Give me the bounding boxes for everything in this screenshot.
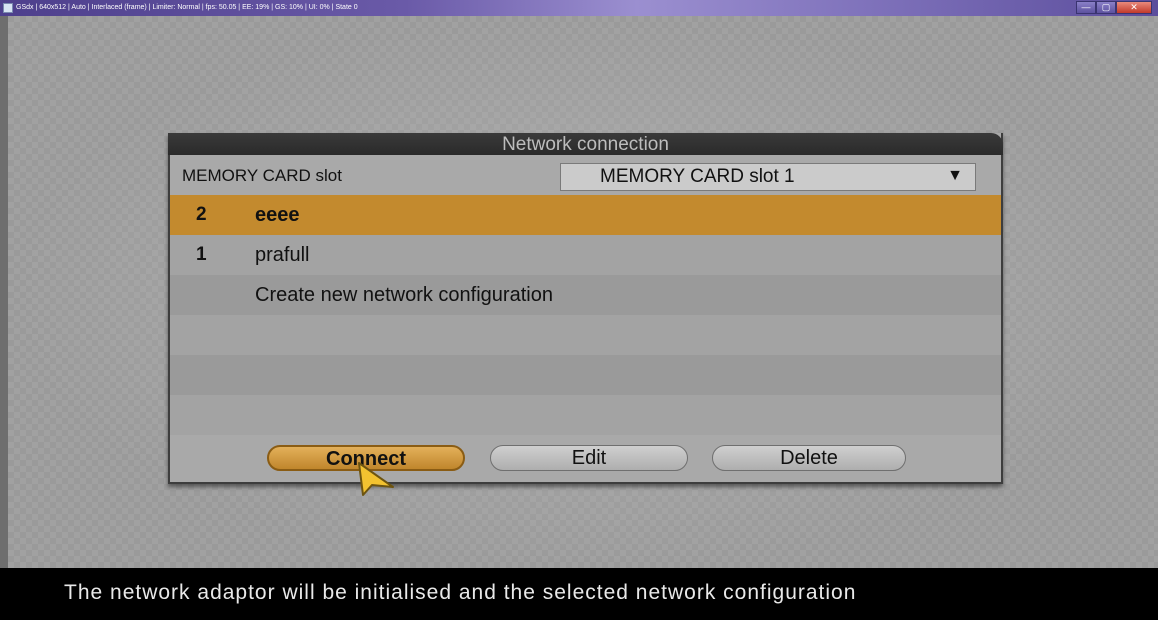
window-title: GSdx | 640x512 | Auto | Interlaced (fram… bbox=[16, 4, 358, 11]
maximize-button[interactable]: ▢ bbox=[1096, 1, 1116, 14]
memory-card-slot-label: MEMORY CARD slot bbox=[182, 166, 342, 185]
empty-list-row bbox=[170, 355, 1001, 395]
memory-card-slot-dropdown[interactable]: MEMORY CARD slot 1 ▼ bbox=[560, 163, 976, 191]
empty-list-row bbox=[170, 395, 1001, 435]
create-new-config-item[interactable]: Create new network configuration bbox=[170, 275, 1001, 315]
config-number: 1 bbox=[196, 244, 207, 265]
window-controls: — ▢ ✕ bbox=[1076, 1, 1152, 14]
config-name: prafull bbox=[255, 244, 310, 266]
delete-button[interactable]: Delete bbox=[712, 445, 906, 471]
minimize-button[interactable]: — bbox=[1076, 1, 1096, 14]
network-connection-dialog: Network connection MEMORY CARD slot MEMO… bbox=[168, 133, 1003, 484]
dropdown-arrow-icon: ▼ bbox=[947, 167, 963, 184]
dialog-button-bar: Connect Edit Delete bbox=[170, 435, 1001, 482]
pointer-cursor-icon bbox=[358, 462, 394, 496]
screen-border bbox=[0, 16, 8, 568]
window-title-bar: GSdx | 640x512 | Auto | Interlaced (fram… bbox=[0, 0, 1158, 16]
empty-list-row bbox=[170, 315, 1001, 355]
memory-card-slot-value: MEMORY CARD slot 1 bbox=[600, 166, 795, 187]
config-name: eeee bbox=[255, 204, 300, 226]
config-number: 2 bbox=[196, 204, 207, 225]
network-config-item-selected[interactable]: 2 eeee bbox=[170, 195, 1001, 235]
app-icon bbox=[3, 3, 13, 13]
network-config-item[interactable]: 1 prafull bbox=[170, 235, 1001, 275]
config-name: Create new network configuration bbox=[255, 284, 553, 306]
close-button[interactable]: ✕ bbox=[1116, 1, 1152, 14]
dialog-title: Network connection bbox=[168, 133, 1003, 155]
edit-button[interactable]: Edit bbox=[490, 445, 688, 471]
memory-card-slot-row: MEMORY CARD slot MEMORY CARD slot 1 ▼ bbox=[170, 155, 1001, 195]
help-text: The network adaptor will be initialised … bbox=[64, 581, 857, 604]
help-bar: The network adaptor will be initialised … bbox=[0, 568, 1158, 620]
